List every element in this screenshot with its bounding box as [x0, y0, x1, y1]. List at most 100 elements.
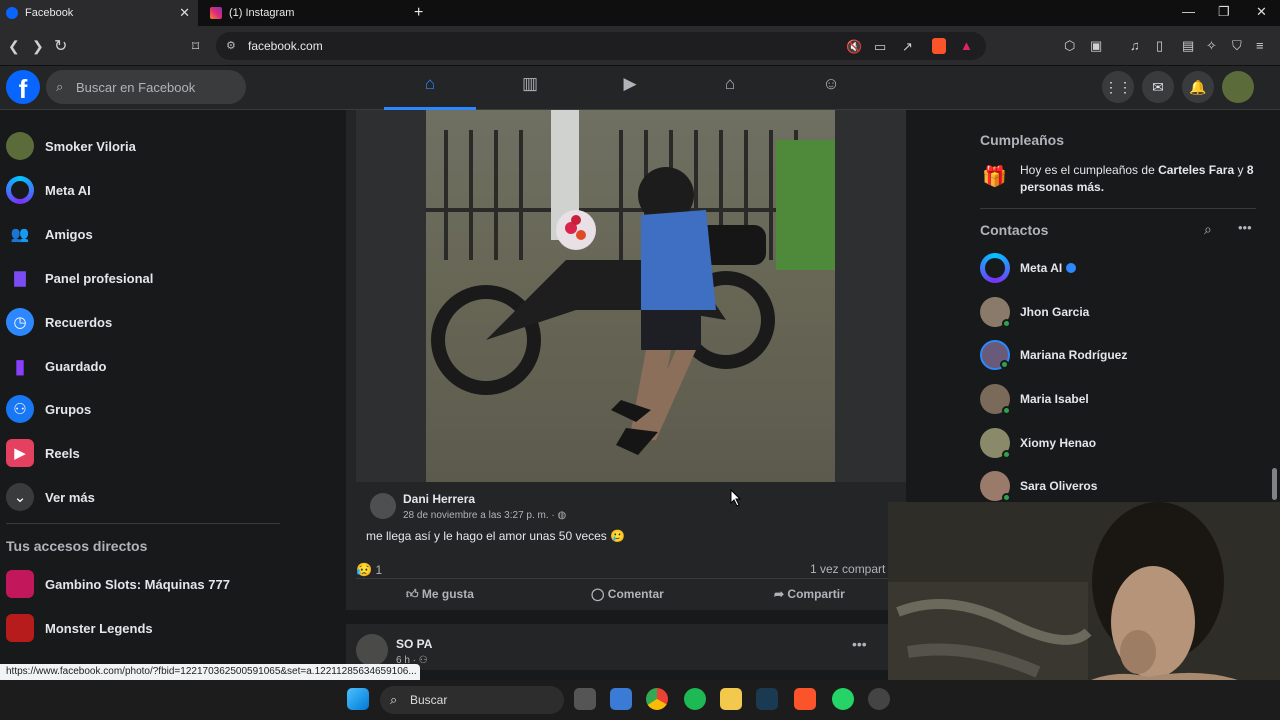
wallet-icon[interactable]: ▣	[1090, 38, 1102, 54]
post-author[interactable]: Dani Herrera	[403, 492, 475, 506]
meta-ai-icon	[6, 176, 34, 204]
sidebar-item-grupos[interactable]: ⚇ Grupos	[6, 391, 286, 427]
spotify-icon[interactable]	[684, 688, 706, 710]
close-tab-icon[interactable]: ✕	[179, 5, 190, 21]
sidebar-item-reels[interactable]: ▶ Reels	[6, 435, 286, 471]
like-button[interactable]: 👍︎ Me gusta	[406, 587, 474, 602]
bookmark-icon[interactable]: ⌑	[192, 38, 199, 55]
post-author[interactable]: SO PA	[396, 637, 432, 651]
new-tab-button[interactable]: +	[414, 0, 434, 26]
clock-icon: ◷	[6, 308, 34, 336]
vpn-icon[interactable]: ⛉	[1232, 38, 1242, 54]
sidebar-item-profile[interactable]: Smoker Viloria	[6, 128, 286, 164]
video-icon[interactable]: ▶	[615, 74, 645, 100]
groups-nav-icon[interactable]: ☺	[816, 74, 846, 100]
task-view-icon[interactable]	[574, 688, 596, 710]
sidebar-item-guardado[interactable]: ▮ Guardado	[6, 348, 286, 384]
store-icon[interactable]	[610, 688, 632, 710]
post-meta-text: 28 de noviembre a las 3:27 p. m. ·	[403, 510, 555, 521]
sidebar-item-meta-ai[interactable]: Meta AI	[6, 172, 286, 208]
messenger-icon[interactable]: ✉	[1142, 71, 1174, 103]
avatar	[980, 384, 1011, 415]
page-scrollbar[interactable]	[1272, 468, 1277, 500]
avatar	[980, 340, 1010, 370]
sidebar-item-label: Reels	[45, 445, 80, 461]
media-icon[interactable]: ♫	[1130, 38, 1140, 53]
contact-sara-oliveros[interactable]: Sara Oliveros	[980, 468, 1260, 504]
steam-icon[interactable]	[868, 688, 890, 710]
sidebar-item-label: Recuerdos	[45, 314, 113, 330]
windows-start-icon[interactable]	[347, 688, 369, 710]
menu-grid-icon[interactable]: ⋮⋮	[1102, 71, 1134, 103]
mute-icon[interactable]: 🔇	[846, 39, 862, 55]
restore-icon[interactable]: ❐	[1218, 4, 1230, 20]
share-icon[interactable]: ↗	[902, 39, 913, 55]
share-arrow-icon: ➦	[774, 587, 785, 601]
contact-mariana-rodriguez[interactable]: Mariana Rodríguez	[980, 337, 1260, 373]
facebook-logo-icon[interactable]: f	[6, 70, 40, 104]
close-window-icon[interactable]: ✕	[1256, 4, 1267, 20]
tab-facebook[interactable]: Facebook ✕	[0, 0, 198, 26]
sidebar-item-amigos[interactable]: 👥 Amigos	[6, 216, 286, 252]
share-button[interactable]: ➦ Compartir	[774, 587, 845, 601]
tab-instagram[interactable]: (1) Instagram	[204, 0, 404, 26]
contact-xiomy-henao[interactable]: Xiomy Henao	[980, 425, 1260, 461]
taskbar-search-label: Buscar	[410, 693, 448, 707]
avatar	[980, 428, 1011, 459]
url-field[interactable]: ⚙ facebook.com 🔇 ▭ ↗ ▲	[216, 32, 986, 60]
site-info-icon[interactable]: ⚙	[226, 39, 236, 52]
author-avatar[interactable]	[370, 493, 396, 519]
extensions-icon[interactable]: ⬡	[1064, 38, 1075, 54]
sidebar-toggle-icon[interactable]: ▯	[1156, 38, 1163, 54]
reload-icon[interactable]: ↻	[54, 36, 67, 56]
online-indicator	[1002, 319, 1011, 328]
friends-icon: 👥	[10, 226, 30, 243]
birthday-text[interactable]: Hoy es el cumpleaños de Carteles Fara y …	[1020, 162, 1260, 196]
comment-icon: ◯	[591, 587, 605, 601]
sidebar-item-recuerdos[interactable]: ◷ Recuerdos	[6, 304, 286, 340]
marketplace-icon[interactable]: ⌂	[715, 74, 745, 100]
post-timestamp[interactable]: 28 de noviembre a las 3:27 p. m. · ◍	[403, 510, 566, 521]
whatsapp-icon[interactable]	[832, 688, 854, 710]
account-avatar[interactable]	[1222, 71, 1254, 103]
chrome-icon[interactable]	[646, 688, 668, 710]
sidebar-item-panel-profesional[interactable]: ▇ Panel profesional	[6, 260, 286, 296]
brave-shield-icon[interactable]	[932, 38, 946, 54]
contacts-title: Contactos	[980, 222, 1049, 238]
forward-icon[interactable]: ❯	[32, 38, 44, 55]
file-explorer-icon[interactable]	[720, 688, 742, 710]
more-contacts-icon[interactable]: •••	[1238, 220, 1252, 235]
contact-jhon-garcia[interactable]: Jhon Garcia	[980, 294, 1260, 330]
menu-icon[interactable]: ≡	[1256, 38, 1264, 53]
post-photo[interactable]	[356, 110, 906, 482]
home-icon[interactable]: ⌂	[415, 74, 445, 100]
author-avatar[interactable]	[356, 634, 388, 666]
brave-icon[interactable]	[794, 688, 816, 710]
league-icon[interactable]	[756, 688, 778, 710]
back-icon[interactable]: ❮	[8, 38, 20, 55]
brave-rewards-icon[interactable]: ▲	[960, 38, 973, 53]
taskbar-search[interactable]: ⌕ Buscar	[380, 686, 564, 714]
birthday-name[interactable]: Carteles Fara	[1158, 163, 1234, 177]
minimize-icon[interactable]: —	[1182, 4, 1195, 19]
shortcut-gambino-slots[interactable]: Gambino Slots: Máquinas 777	[6, 566, 286, 602]
wallet2-icon[interactable]: ▤	[1182, 38, 1194, 54]
gambino-slots-icon	[6, 570, 34, 598]
dashboard-icon[interactable]: ▥	[515, 74, 545, 100]
comment-button[interactable]: ◯ Comentar	[591, 587, 664, 601]
share-count[interactable]: 1 vez compart	[810, 562, 885, 576]
notifications-icon[interactable]: 🔔	[1182, 71, 1214, 103]
search-input[interactable]: ⌕ Buscar en Facebook	[46, 70, 246, 104]
comment-label: Comentar	[607, 587, 664, 601]
leo-icon[interactable]: ✧	[1206, 38, 1217, 54]
sidebar-item-ver-mas[interactable]: ⌄ Ver más	[6, 479, 286, 515]
thumbs-up-icon: 👍︎	[406, 587, 419, 601]
cast-icon[interactable]: ▭	[874, 39, 886, 55]
search-contacts-icon[interactable]: ⌕	[1204, 221, 1212, 238]
reaction-summary[interactable]: 😥 1	[356, 562, 382, 578]
contact-meta-ai[interactable]: Meta AI	[980, 250, 1260, 286]
more-options-icon[interactable]: •••	[852, 636, 867, 652]
shortcut-monster-legends[interactable]: Monster Legends	[6, 610, 286, 646]
contact-name: Mariana Rodríguez	[1020, 348, 1128, 362]
contact-maria-isabel[interactable]: Maria Isabel	[980, 381, 1260, 417]
